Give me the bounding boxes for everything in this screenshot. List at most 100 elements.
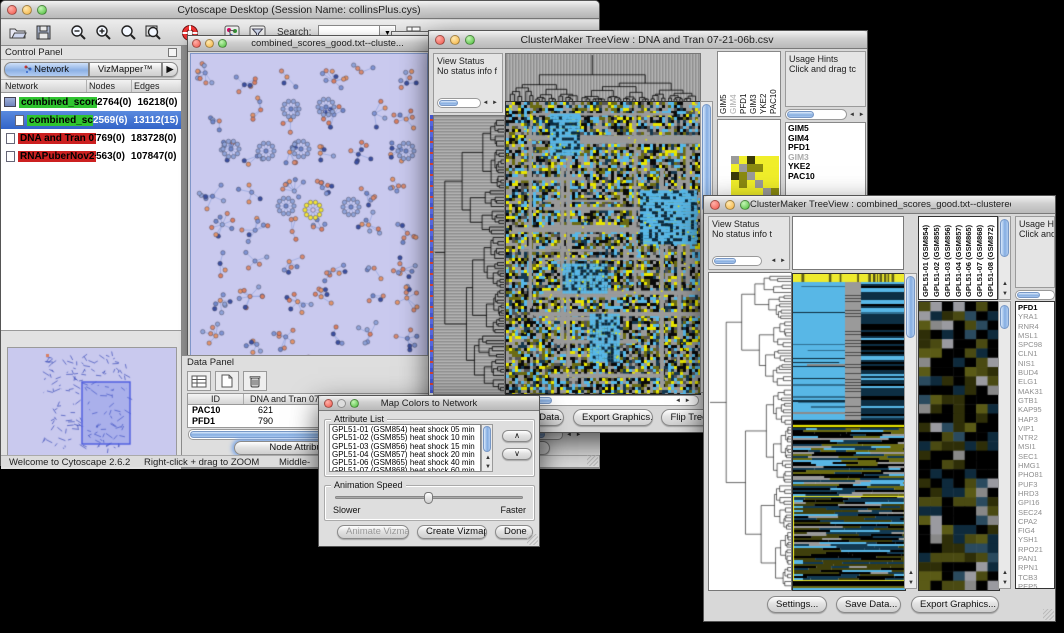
- gene-label[interactable]: MSL1: [1018, 331, 1052, 340]
- tv2-column-labels-scrollbar[interactable]: ▲ ▼: [998, 216, 1011, 300]
- minimize-icon[interactable]: [337, 399, 346, 408]
- tv2-row-dendrogram[interactable]: [708, 272, 792, 591]
- zoom-window-icon[interactable]: [465, 35, 475, 45]
- gene-label[interactable]: SEC1: [1018, 452, 1052, 461]
- gene-label[interactable]: MSI1: [1018, 442, 1052, 451]
- gene-label[interactable]: NIS1: [1018, 359, 1052, 368]
- scroll-arrows[interactable]: ◄ ►: [482, 100, 499, 106]
- zoom-window-icon[interactable]: [740, 200, 750, 210]
- gene-label[interactable]: TCB3: [1018, 573, 1052, 582]
- gene-label[interactable]: VIP1: [1018, 424, 1052, 433]
- close-icon[interactable]: [192, 39, 201, 48]
- animation-speed-slider[interactable]: [335, 496, 523, 499]
- main-titlebar[interactable]: Cytoscape Desktop (Session Name: collins…: [1, 1, 599, 19]
- tv1-column-dendrogram[interactable]: [505, 53, 701, 103]
- tv1-usage-scrollbar[interactable]: [785, 109, 847, 120]
- gene-label[interactable]: GTB1: [1018, 396, 1052, 405]
- tv2-zoom-heatmap-scrollbar[interactable]: ▲ ▼: [998, 301, 1011, 589]
- tv1-column-label[interactable]: GIM3: [749, 54, 759, 114]
- gene-label[interactable]: PHO81: [1018, 470, 1052, 479]
- tv2-column-label[interactable]: GPL51-01 (GSM854): [921, 219, 932, 297]
- network-view-1-canvas[interactable]: [190, 53, 428, 369]
- scroll-up-icon[interactable]: ▲: [1002, 281, 1009, 287]
- close-icon[interactable]: [710, 200, 720, 210]
- create-vizmap-button[interactable]: Create Vizmap: [417, 525, 487, 539]
- animate-vizmap-button[interactable]: Animate Vizmap: [337, 525, 409, 539]
- gene-label[interactable]: CLN1: [1018, 349, 1052, 358]
- tv2-heatmap-vscrollbar[interactable]: ▲ ▼: [904, 273, 917, 589]
- tv1-status-scrollbar[interactable]: [437, 98, 481, 108]
- close-icon[interactable]: [7, 5, 17, 15]
- tv2-usage-scrollbar[interactable]: [1015, 290, 1055, 300]
- gene-label[interactable]: KAP95: [1018, 405, 1052, 414]
- attribute-list-scrollbar[interactable]: ▲ ▼: [481, 424, 493, 472]
- open-folder-icon[interactable]: [7, 23, 29, 43]
- minimize-icon[interactable]: [725, 200, 735, 210]
- gene-label[interactable]: RNR4: [1018, 322, 1052, 331]
- minimize-icon[interactable]: [205, 39, 214, 48]
- gene-label[interactable]: GPI16: [1018, 498, 1052, 507]
- gene-label[interactable]: HRD3: [1018, 489, 1052, 498]
- move-attribute-down-button[interactable]: ∨: [502, 448, 532, 460]
- gene-label[interactable]: RPN1: [1018, 563, 1052, 572]
- scroll-arrows[interactable]: ◄ ►: [675, 398, 692, 404]
- export-graphics-button[interactable]: Export Graphics...: [911, 596, 999, 613]
- zoom-window-icon[interactable]: [37, 5, 47, 15]
- settings-button[interactable]: Settings...: [767, 596, 827, 613]
- zoom-in-icon[interactable]: [93, 23, 115, 43]
- treeview2-titlebar[interactable]: ClusterMaker TreeView : combined_scores_…: [704, 196, 1055, 214]
- network-tree-row[interactable]: RNAPuberNov2+!563(0)107847(0): [1, 147, 181, 165]
- tab-overflow-arrow[interactable]: ▶: [162, 62, 178, 77]
- scroll-down-icon[interactable]: ▼: [1002, 580, 1009, 586]
- close-icon[interactable]: [435, 35, 445, 45]
- save-data-button[interactable]: Save Data...: [836, 596, 901, 613]
- gene-label[interactable]: CPA2: [1018, 517, 1052, 526]
- gene-label[interactable]: FIG4: [1018, 526, 1052, 535]
- scroll-up-icon[interactable]: ▲: [908, 570, 915, 576]
- tv1-column-label[interactable]: YKE2: [759, 54, 769, 114]
- tv1-row-dendrogram[interactable]: [433, 115, 505, 395]
- scroll-up-icon[interactable]: ▲: [485, 455, 492, 461]
- tab-vizmapper[interactable]: VizMapper™: [89, 62, 162, 77]
- scroll-down-icon[interactable]: ▼: [485, 464, 492, 470]
- network-tree-empty[interactable]: [1, 165, 181, 331]
- select-attributes-icon[interactable]: [187, 371, 211, 391]
- scroll-arrows[interactable]: ◄ ►: [770, 258, 787, 264]
- treeview2-resize-grip[interactable]: [1043, 609, 1054, 620]
- zoom-window-icon[interactable]: [350, 399, 359, 408]
- gene-label[interactable]: PFD1: [1018, 303, 1052, 312]
- gene-label[interactable]: HMG1: [1018, 461, 1052, 470]
- gene-label[interactable]: PEP5: [1018, 582, 1052, 589]
- minimize-icon[interactable]: [22, 5, 32, 15]
- zoom-window-icon[interactable]: [218, 39, 227, 48]
- gene-label[interactable]: SPC98: [1018, 340, 1052, 349]
- tv2-column-label[interactable]: GPL51-02 (GSM855): [932, 219, 943, 297]
- tv2-column-label[interactable]: GPL51-04 (GSM857): [954, 219, 965, 297]
- scroll-arrows[interactable]: ◄ ►: [849, 112, 866, 118]
- dialog-titlebar[interactable]: Map Colors to Network: [319, 396, 539, 411]
- tv2-heatmap[interactable]: [792, 273, 906, 591]
- float-panel-icon[interactable]: [168, 48, 177, 57]
- gene-label[interactable]: PAN1: [1018, 554, 1052, 563]
- tv2-column-label[interactable]: GPL51-06 (GSM865): [964, 219, 975, 297]
- tv1-column-label[interactable]: PFD1: [739, 54, 749, 114]
- gene-label[interactable]: ELG1: [1018, 377, 1052, 386]
- zoom-fit-icon[interactable]: [143, 23, 165, 43]
- tv2-column-label[interactable]: GPL51-03 (GSM856): [943, 219, 954, 297]
- gene-label[interactable]: YRA1: [1018, 312, 1052, 321]
- zoom-out-icon[interactable]: [68, 23, 90, 43]
- tv2-status-scrollbar[interactable]: [712, 256, 762, 266]
- col-network[interactable]: Network: [1, 80, 87, 92]
- tv1-column-label[interactable]: GIM4: [729, 54, 739, 114]
- delete-attribute-trash-icon[interactable]: [243, 371, 267, 391]
- main-window-resize-grip[interactable]: [587, 455, 598, 466]
- gene-label[interactable]: HAP3: [1018, 415, 1052, 424]
- attribute-list-item[interactable]: GPL51-07 (GSM868) heat shock 60 min: [332, 467, 478, 472]
- move-attribute-up-button[interactable]: ∧: [502, 430, 532, 442]
- network-tree-row[interactable]: combined_scores2764(0)16218(0): [1, 93, 181, 111]
- network-name[interactable]: combined_sco: [27, 115, 93, 126]
- tv2-column-label[interactable]: GPL51-07 (GSM868): [975, 219, 986, 297]
- export-graphics-button[interactable]: Export Graphics...: [573, 409, 653, 426]
- tv2-zoom-heatmap[interactable]: [918, 301, 1000, 591]
- network-name[interactable]: combined_scores: [19, 97, 97, 108]
